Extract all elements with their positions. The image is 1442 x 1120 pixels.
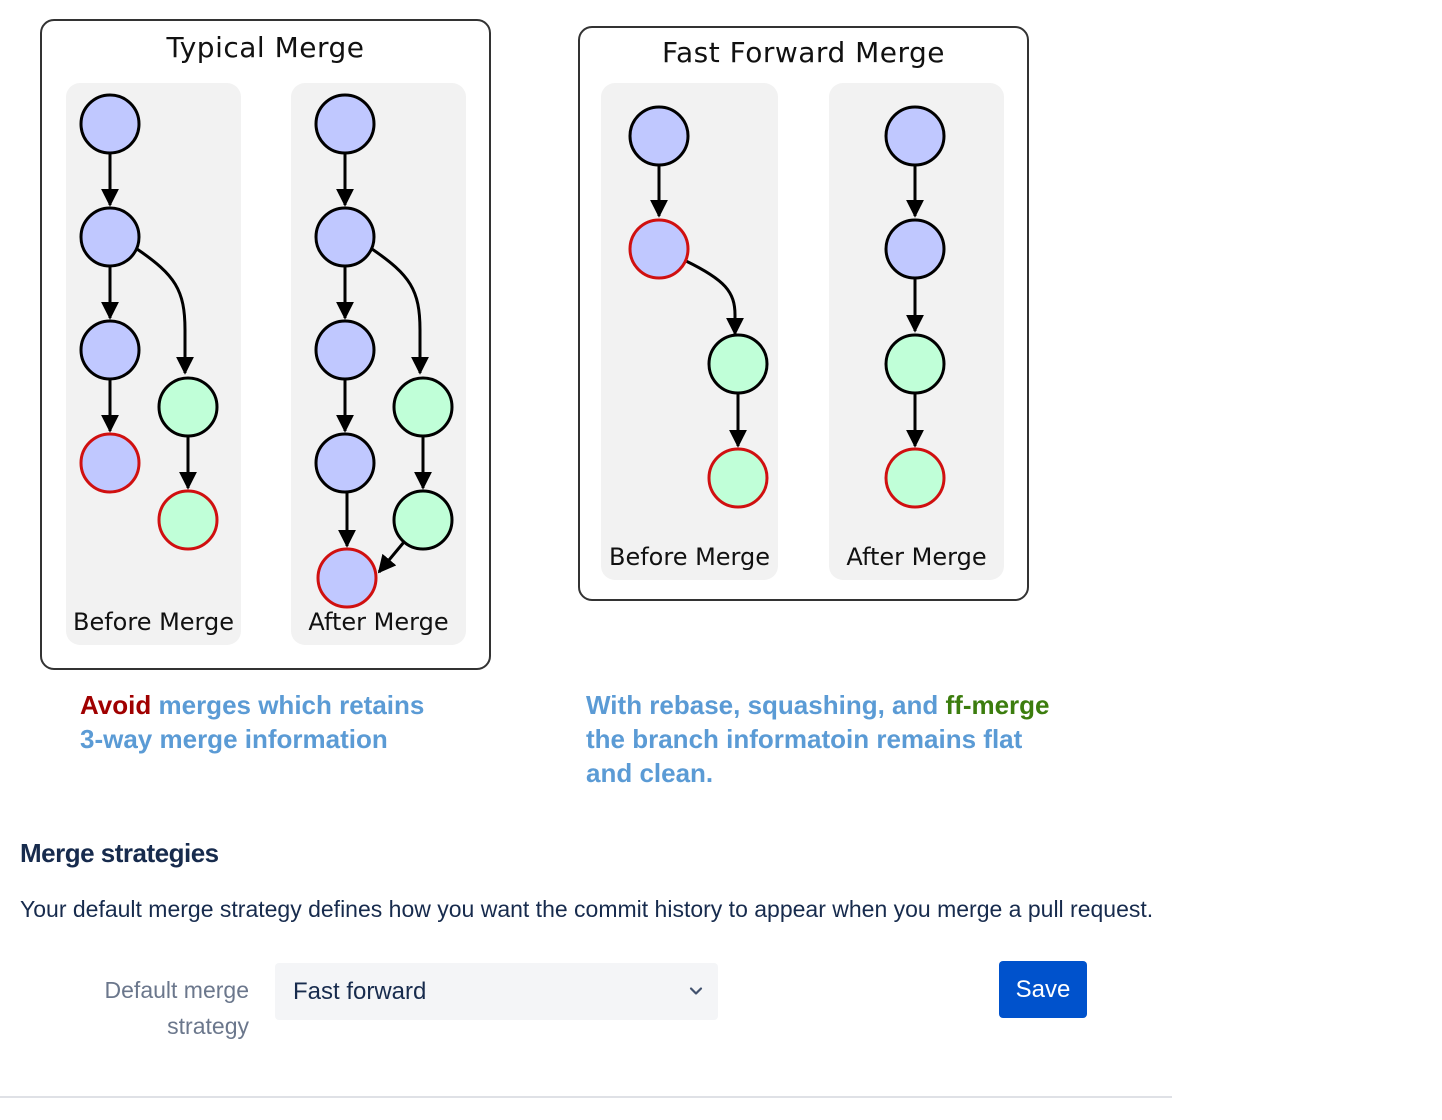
divider [0, 1096, 1172, 1098]
merge-strategy-label: Default merge strategy [60, 972, 249, 1044]
caption-text: With rebase, squashing, and [586, 690, 946, 720]
typical-after-graph [314, 93, 454, 609]
commit-node [79, 206, 141, 268]
typical-before-graph [79, 93, 219, 551]
merge-strategy-select[interactable]: Fast forward [275, 963, 718, 1020]
head-commit-node [628, 218, 690, 280]
commit-node [884, 218, 946, 280]
caption-line: With rebase, squashing, and ff-merge [586, 688, 1050, 722]
branch-commit-node [884, 333, 946, 395]
merge-edge [377, 541, 406, 574]
commit-node [884, 105, 946, 167]
commit-node [79, 93, 141, 155]
commit-node [314, 319, 376, 381]
branch-edge [371, 247, 429, 375]
branch-commit-node [707, 333, 769, 395]
head-commit-node [79, 432, 141, 494]
commit-node [314, 206, 376, 268]
caption-line: Avoid merges which retains [80, 688, 424, 722]
label-line: strategy [167, 1013, 249, 1039]
caption-line: the branch informatoin remains flat [586, 724, 1023, 754]
chevron-down-icon [689, 987, 703, 995]
typical-merge-caption: Avoid merges which retains 3-way merge i… [80, 688, 424, 756]
commit-graphs [79, 93, 946, 609]
caption-text: merges which retains [151, 690, 425, 720]
commit-node [628, 105, 690, 167]
ff-merge-highlight: ff-merge [945, 690, 1050, 720]
merge-commit-node [316, 547, 378, 609]
branch-edge [685, 259, 744, 336]
branch-commit-node [392, 489, 454, 551]
commit-node [79, 319, 141, 381]
branch-commit-node [157, 376, 219, 438]
branch-head-commit-node [157, 489, 219, 551]
label-line: Default merge [104, 977, 249, 1003]
head-commit-node [884, 447, 946, 509]
branch-edge [136, 247, 194, 375]
caption-line: 3-way merge information [80, 724, 388, 754]
branch-head-commit-node [707, 447, 769, 509]
branch-commit-node [392, 376, 454, 438]
ff-before-graph [628, 105, 769, 509]
commit-node [314, 432, 376, 494]
commit-node [314, 93, 376, 155]
selected-value: Fast forward [293, 977, 427, 1005]
avoid-highlight: Avoid [80, 690, 152, 720]
ff-merge-caption: With rebase, squashing, and ff-merge the… [586, 688, 1050, 790]
caption-line: and clean. [586, 758, 714, 788]
section-description: Your default merge strategy defines how … [20, 896, 1154, 922]
section-title: Merge strategies [20, 838, 219, 868]
save-button[interactable]: Save [999, 961, 1087, 1018]
ff-after-graph [884, 105, 946, 509]
